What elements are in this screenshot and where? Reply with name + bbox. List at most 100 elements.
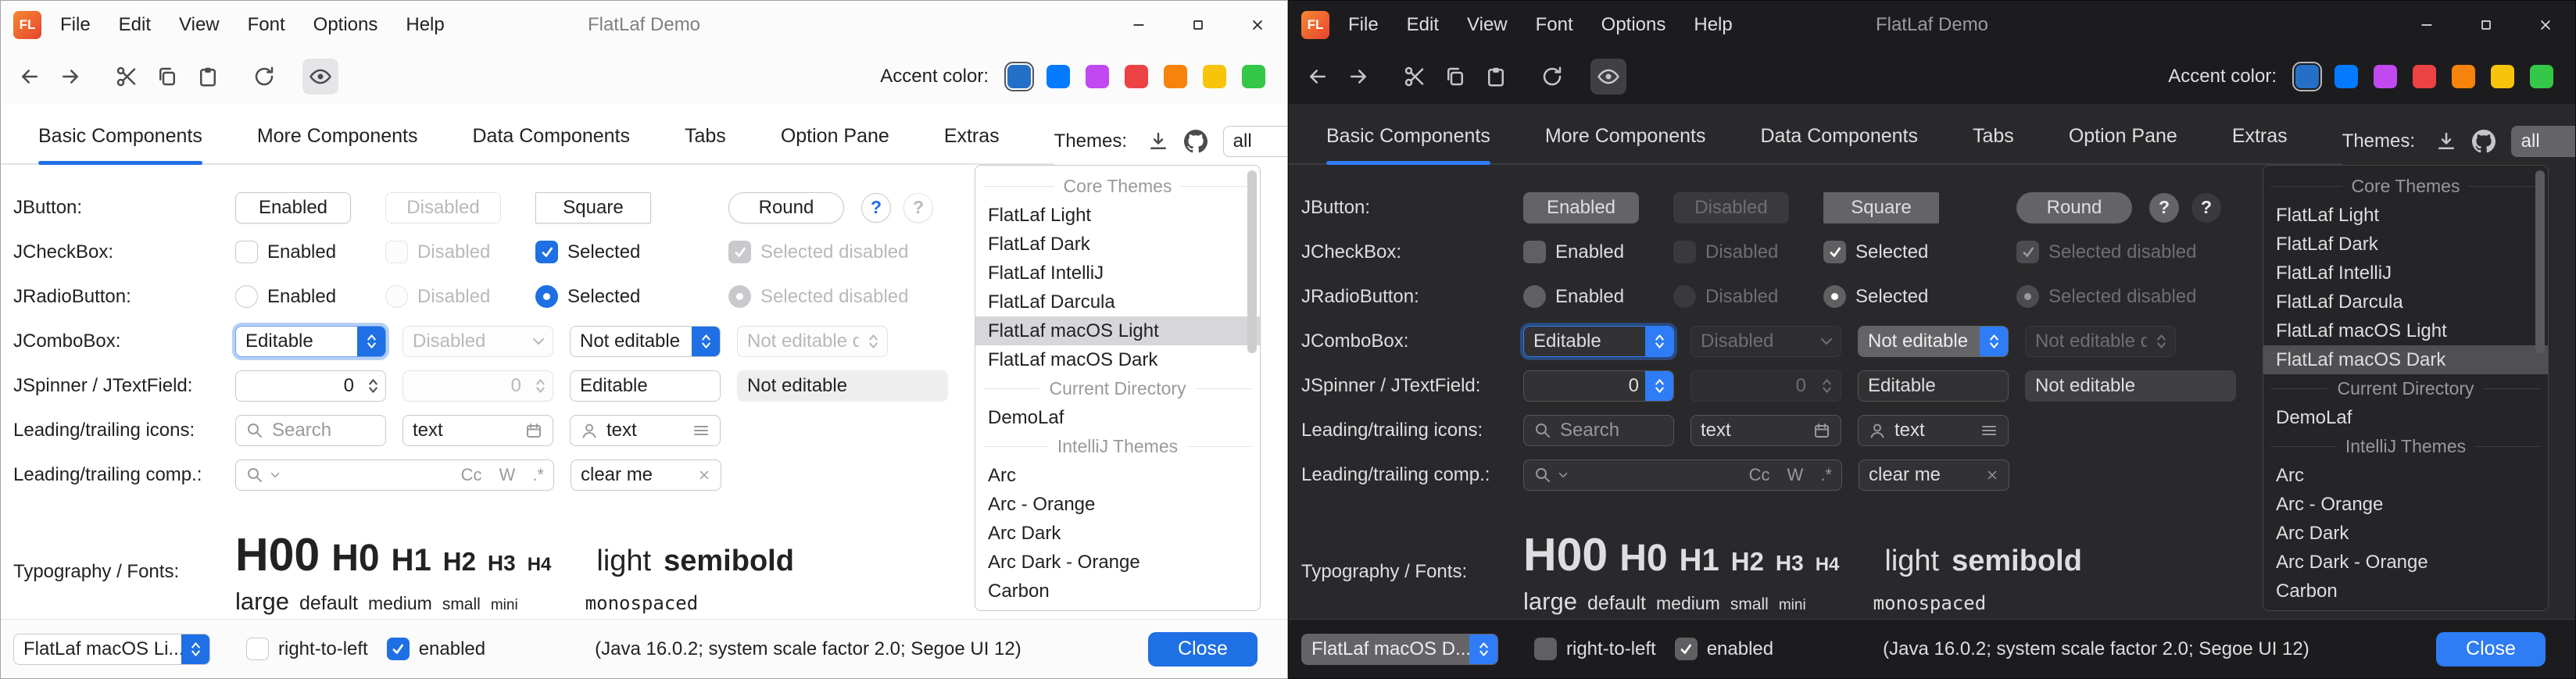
tab-data-components[interactable]: Data Components xyxy=(1760,125,1918,163)
theme-item[interactable]: FlatLaf macOS Light xyxy=(2263,316,2548,345)
combo-arrows-icon[interactable] xyxy=(1980,327,2008,356)
tab-more-components[interactable]: More Components xyxy=(257,125,418,163)
accent-swatch-purple[interactable] xyxy=(2374,65,2397,88)
maximize-icon[interactable] xyxy=(1168,1,1228,49)
accent-swatch-orange[interactable] xyxy=(1164,65,1187,88)
eye-icon[interactable] xyxy=(302,59,338,95)
accent-swatch-purple[interactable] xyxy=(1086,65,1109,88)
tab-more-components[interactable]: More Components xyxy=(1545,125,1706,163)
refresh-icon[interactable] xyxy=(1534,59,1570,95)
menu-edit[interactable]: Edit xyxy=(105,1,165,49)
menu-font[interactable]: Font xyxy=(234,1,299,49)
right-to-left-checkbox[interactable]: right-to-left xyxy=(1534,638,1656,660)
search-field[interactable]: Search xyxy=(235,415,386,446)
right-to-left-checkbox[interactable]: right-to-left xyxy=(246,638,368,660)
spinner-arrows-icon[interactable] xyxy=(360,371,385,401)
back-icon[interactable] xyxy=(1300,59,1336,95)
accent-swatch-default[interactable] xyxy=(1007,65,1031,88)
editable-combobox[interactable]: Editable xyxy=(235,326,386,357)
menu-view[interactable]: View xyxy=(165,1,234,49)
theme-item[interactable]: DemoLaf xyxy=(2263,403,2548,432)
tab-tabs[interactable]: Tabs xyxy=(1973,125,2014,163)
clear-me-field[interactable]: clear me xyxy=(571,459,721,491)
accent-swatch-red[interactable] xyxy=(1125,65,1148,88)
chevron-down-icon[interactable] xyxy=(270,472,280,478)
whole-word-button[interactable]: W xyxy=(499,465,516,485)
accent-swatch-blue[interactable] xyxy=(1046,65,1070,88)
theme-item[interactable]: FlatLaf Dark xyxy=(975,230,1260,259)
close-icon[interactable] xyxy=(1228,1,1287,49)
combo-arrows-icon[interactable] xyxy=(357,327,385,356)
menu-view[interactable]: View xyxy=(1453,1,1522,49)
theme-item[interactable]: Arc - Orange xyxy=(2263,490,2548,519)
checkbox-icon[interactable] xyxy=(1823,241,1846,263)
round-button[interactable]: Round xyxy=(2016,192,2132,223)
themes-scrollbar[interactable] xyxy=(2535,170,2545,606)
maximize-icon[interactable] xyxy=(2456,1,2516,49)
theme-item[interactable]: Carbon xyxy=(2263,577,2548,606)
combobox-value[interactable]: Editable xyxy=(236,331,357,352)
editable-textfield[interactable]: Editable xyxy=(570,370,721,402)
theme-item[interactable]: FlatLaf Darcula xyxy=(975,288,1260,316)
checkbox-enabled[interactable]: Enabled xyxy=(235,241,385,263)
regex-search-field[interactable]: Cc W .* xyxy=(1523,459,1842,491)
theme-item[interactable]: FlatLaf IntelliJ xyxy=(975,259,1260,288)
regex-button[interactable]: .* xyxy=(532,465,544,485)
theme-item[interactable]: Arc Dark xyxy=(975,519,1260,548)
theme-item[interactable]: Cobalt 2 xyxy=(2263,606,2548,611)
copy-icon[interactable] xyxy=(1437,59,1473,95)
themes-filter-combobox[interactable]: all xyxy=(1223,126,1288,157)
whole-word-button[interactable]: W xyxy=(1787,465,1804,485)
spinner[interactable]: 0 xyxy=(1523,370,1674,402)
theme-item-selected[interactable]: FlatLaf macOS Dark xyxy=(2263,345,2548,374)
textfield-value[interactable]: text xyxy=(413,420,517,441)
radio-icon[interactable] xyxy=(1523,285,1546,308)
editable-textfield[interactable]: Editable xyxy=(1858,370,2009,402)
textfield-value[interactable]: clear me xyxy=(1869,464,1977,486)
theme-item[interactable]: FlatLaf Darcula xyxy=(2263,288,2548,316)
clear-me-field[interactable]: clear me xyxy=(1859,459,2009,491)
checkbox-selected[interactable]: Selected xyxy=(1823,241,2016,263)
chevron-down-icon[interactable] xyxy=(1558,472,1568,478)
help-button[interactable]: ? xyxy=(2149,193,2179,223)
theme-item[interactable]: Arc Dark xyxy=(2263,519,2548,548)
themes-scrollbar[interactable] xyxy=(1247,170,1257,606)
not-editable-combobox[interactable]: Not editable xyxy=(570,326,721,357)
download-theme-icon[interactable] xyxy=(2435,130,2458,153)
tab-data-components[interactable]: Data Components xyxy=(472,125,630,163)
checkbox-icon[interactable] xyxy=(1523,241,1546,263)
combobox-value[interactable]: Editable xyxy=(1524,331,1645,352)
checkbox-icon[interactable] xyxy=(535,241,558,263)
theme-item[interactable]: Carbon xyxy=(975,577,1260,606)
github-icon[interactable] xyxy=(1184,130,1208,153)
accent-swatch-yellow[interactable] xyxy=(2491,65,2514,88)
copy-icon[interactable] xyxy=(149,59,185,95)
checkbox-icon[interactable] xyxy=(246,638,269,660)
menu-help[interactable]: Help xyxy=(392,1,458,49)
checkbox-icon[interactable] xyxy=(387,638,410,660)
forward-icon[interactable] xyxy=(1340,59,1376,95)
tab-tabs[interactable]: Tabs xyxy=(685,125,726,163)
not-editable-combobox[interactable]: Not editable xyxy=(1858,326,2009,357)
paste-icon[interactable] xyxy=(190,59,226,95)
theme-item-selected[interactable]: FlatLaf macOS Light xyxy=(975,316,1260,345)
theme-item[interactable]: Arc Dark - Orange xyxy=(975,548,1260,577)
theme-item[interactable]: FlatLaf Light xyxy=(2263,201,2548,230)
menu-edit[interactable]: Edit xyxy=(1393,1,1453,49)
user-field[interactable]: text xyxy=(1858,415,2009,446)
menu-icon[interactable] xyxy=(692,421,710,440)
square-button[interactable]: Square xyxy=(535,192,651,223)
close-dialog-button[interactable]: Close xyxy=(1148,632,1258,666)
search-field[interactable]: Search xyxy=(1523,415,1674,446)
clear-x-icon[interactable] xyxy=(697,468,711,482)
tab-extras[interactable]: Extras xyxy=(944,125,1000,163)
theme-item[interactable]: FlatLaf Dark xyxy=(2263,230,2548,259)
accent-swatch-yellow[interactable] xyxy=(1203,65,1226,88)
date-field[interactable]: text xyxy=(1690,415,1841,446)
accent-swatch-default[interactable] xyxy=(2295,65,2319,88)
github-icon[interactable] xyxy=(2472,130,2496,153)
calendar-icon[interactable] xyxy=(1812,421,1831,440)
menu-options[interactable]: Options xyxy=(1587,1,1680,49)
accent-swatch-red[interactable] xyxy=(2413,65,2436,88)
theme-item[interactable]: FlatLaf Light xyxy=(975,201,1260,230)
